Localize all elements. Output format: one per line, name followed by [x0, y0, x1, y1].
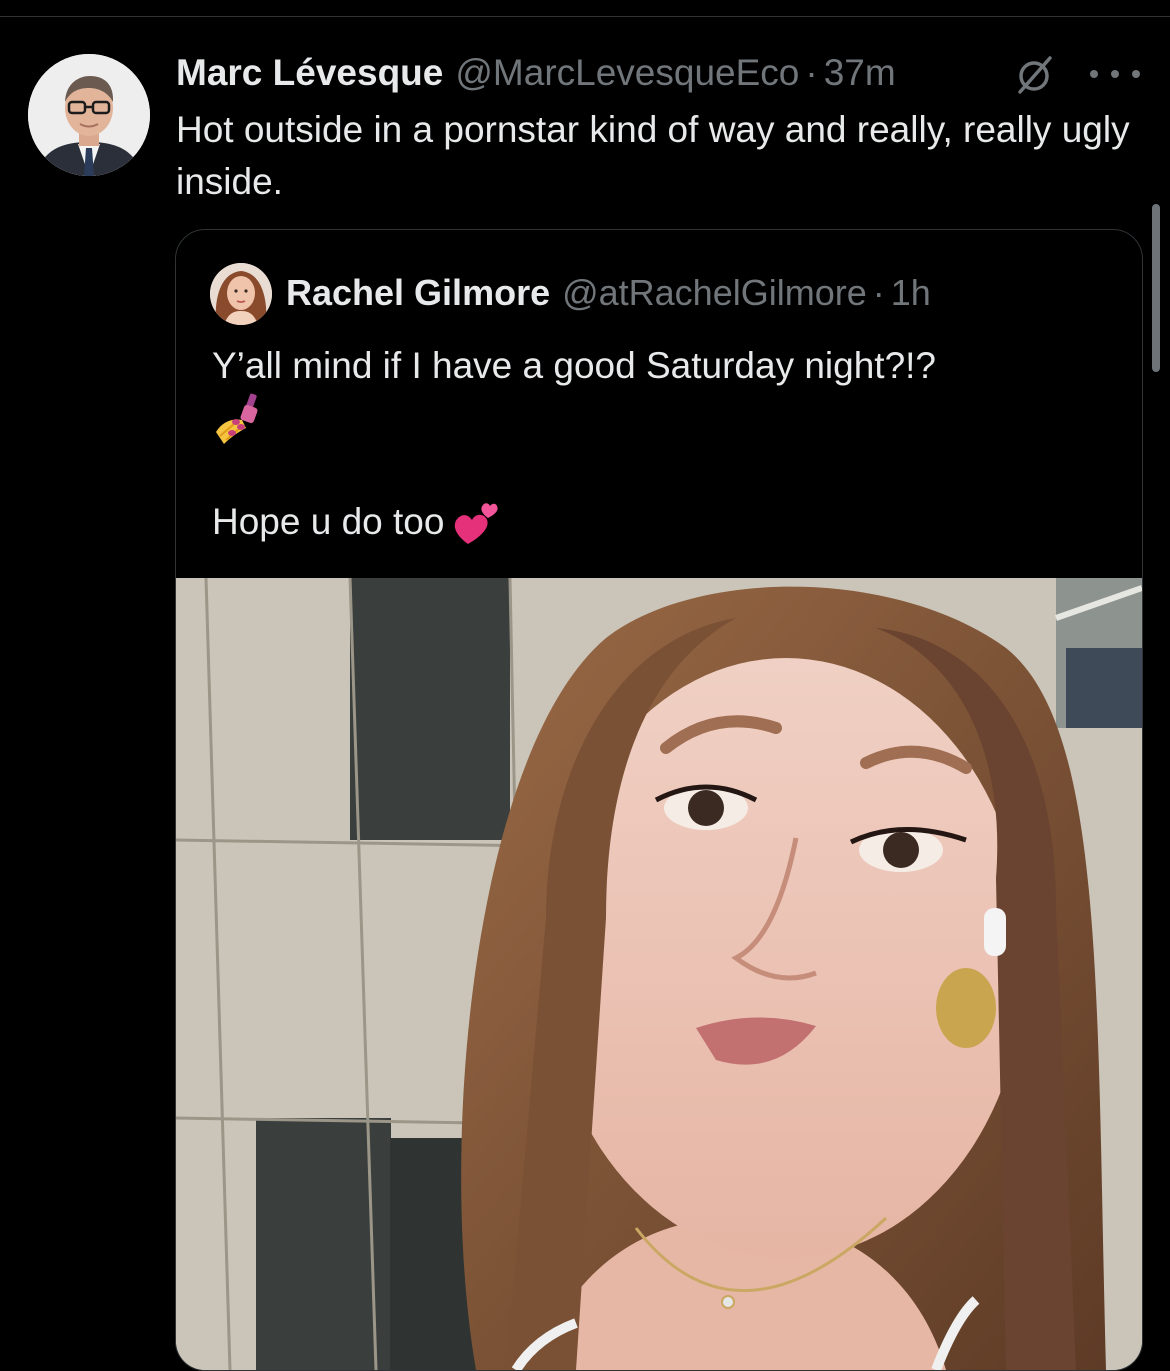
quoted-author-avatar[interactable]: [210, 263, 272, 325]
quoted-tweet-card[interactable]: Rachel Gilmore @atRachelGilmore · 1h Y’a…: [175, 229, 1143, 1371]
quoted-tweet-timestamp[interactable]: 1h: [891, 272, 931, 314]
profile-photo-icon: [210, 263, 272, 325]
author-handle[interactable]: @MarcLevesqueEco: [455, 52, 799, 94]
tweet-text: Hot outside in a pornstar kind of way an…: [176, 109, 1130, 202]
tweet-timestamp[interactable]: 37m: [824, 52, 896, 94]
author-display-name[interactable]: Marc Lévesque: [176, 52, 443, 94]
quoted-text-line-2: Hope u do too: [212, 496, 1112, 548]
tweet-header: Marc Lévesque @MarcLevesqueEco · 37m: [176, 48, 896, 98]
quoted-tweet-header: Rachel Gilmore @atRachelGilmore · 1h: [286, 268, 931, 318]
author-avatar[interactable]: [28, 54, 150, 176]
quoted-tweet-text: Y’all mind if I have a good Saturday nig…: [212, 340, 1112, 548]
top-divider: [0, 16, 1170, 17]
selfie-photo-image: [176, 578, 1142, 1370]
quoted-tweet-photo[interactable]: [176, 578, 1142, 1370]
edit-history-icon[interactable]: [1012, 52, 1056, 96]
profile-photo-icon: [28, 54, 150, 176]
quoted-text-line-1: Y’all mind if I have a good Saturday nig…: [212, 345, 937, 386]
quoted-header-separator: ·: [872, 272, 885, 313]
quoted-author-handle[interactable]: @atRachelGilmore: [562, 272, 867, 314]
nail-polish-emoji-line: [212, 392, 1112, 445]
scrollbar-thumb[interactable]: [1152, 204, 1160, 372]
more-options-icon[interactable]: [1090, 62, 1140, 86]
quoted-author-display-name[interactable]: Rachel Gilmore: [286, 272, 550, 314]
header-separator: ·: [805, 52, 818, 93]
quoted-text-line-2-text: Hope u do too: [212, 501, 445, 542]
two-hearts-icon: [455, 503, 499, 545]
nail-polish-icon: [216, 393, 258, 445]
